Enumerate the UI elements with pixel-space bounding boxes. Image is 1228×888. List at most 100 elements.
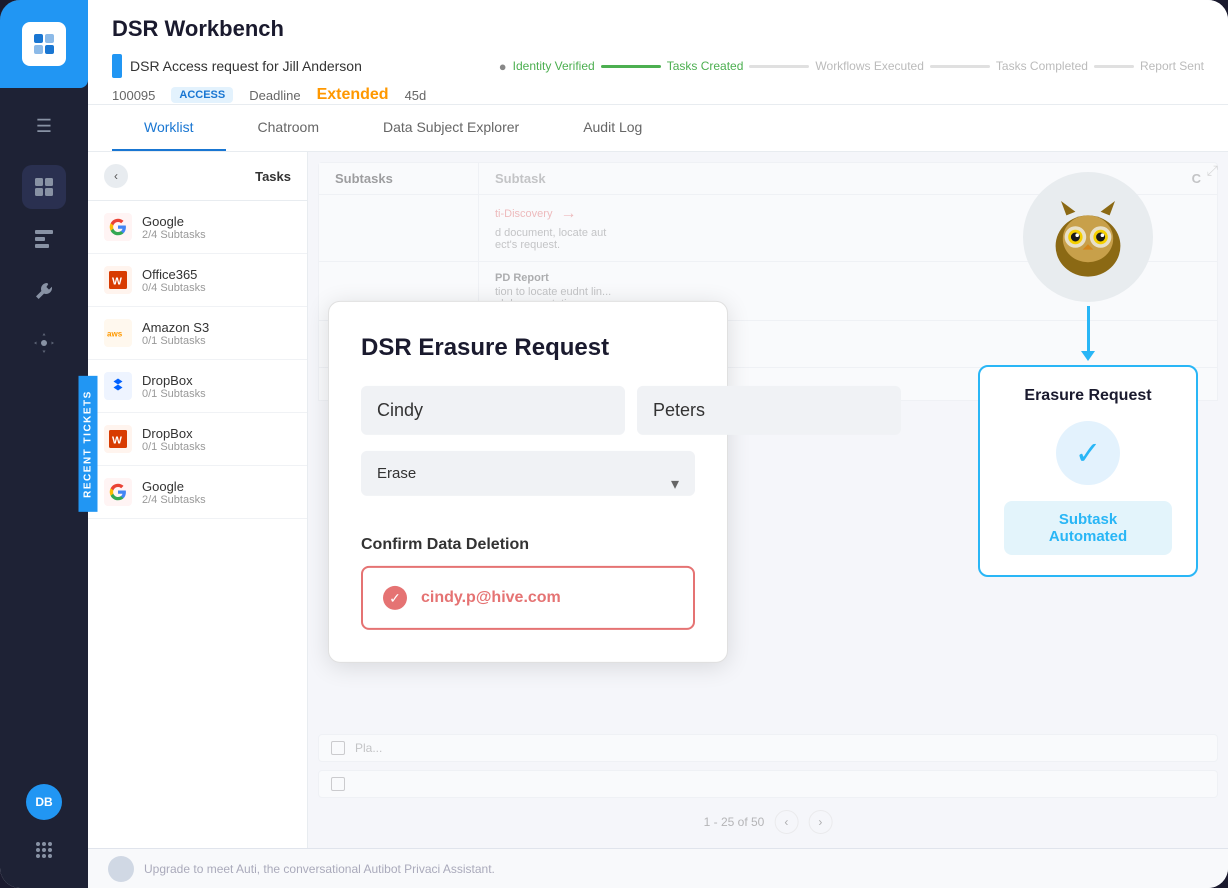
dropbox-logo-2: W bbox=[104, 425, 132, 453]
owl-mascot bbox=[1023, 172, 1153, 302]
content-area: ‹ Tasks Google 2/4 Subtasks W bbox=[88, 152, 1228, 848]
google-logo-2 bbox=[104, 478, 132, 506]
step-completed: Tasks Completed bbox=[996, 59, 1088, 73]
task-sub: 0/1 Subtasks bbox=[142, 388, 291, 400]
tab-audit-log[interactable]: Audit Log bbox=[551, 105, 674, 151]
last-name-input[interactable] bbox=[637, 386, 901, 435]
office365-logo: W bbox=[104, 266, 132, 294]
arrow-right-icon: → bbox=[560, 205, 576, 223]
svg-text:aws: aws bbox=[107, 330, 123, 339]
main-content: DSR Workbench DSR Access request for Jil… bbox=[88, 0, 1228, 888]
task-item-dropbox-1[interactable]: DropBox 0/1 Subtasks bbox=[88, 360, 307, 413]
svg-text:W: W bbox=[112, 276, 122, 288]
task-name: Office365 bbox=[142, 267, 291, 282]
google-logo-1 bbox=[104, 213, 132, 241]
amazon-s3-logo: aws bbox=[104, 319, 132, 347]
owl-svg bbox=[1043, 192, 1133, 282]
row1-text: Pla... bbox=[355, 741, 382, 755]
arrow-connector bbox=[1081, 306, 1095, 361]
task-sub: 0/1 Subtasks bbox=[142, 441, 291, 453]
pagination-text: 1 - 25 of 50 bbox=[704, 815, 765, 829]
task-item-amazon-s3[interactable]: aws Amazon S3 0/1 Subtasks bbox=[88, 307, 307, 360]
tasks-panel: ‹ Tasks Google 2/4 Subtasks W bbox=[88, 152, 308, 848]
row-checkbox-2[interactable] bbox=[331, 777, 345, 791]
email-confirm-box: ✓ cindy.p@hive.com bbox=[361, 566, 695, 630]
sidebar-item-home[interactable] bbox=[22, 165, 66, 209]
sidebar-bottom: DB bbox=[26, 784, 62, 888]
logo-area bbox=[0, 0, 88, 88]
sidebar-item-settings[interactable] bbox=[22, 321, 66, 365]
tab-chatroom[interactable]: Chatroom bbox=[226, 105, 351, 151]
task-sub: 2/4 Subtasks bbox=[142, 229, 291, 241]
subtasks-col-header: Subtasks bbox=[319, 163, 479, 194]
sidebar-item-dashboard[interactable] bbox=[22, 217, 66, 261]
first-name-input[interactable] bbox=[361, 386, 625, 435]
tasks-panel-header: ‹ Tasks bbox=[88, 152, 307, 201]
apps-grid-icon[interactable] bbox=[26, 832, 62, 868]
deadline-status: Extended bbox=[317, 86, 389, 104]
task-item-google-1[interactable]: Google 2/4 Subtasks bbox=[88, 201, 307, 254]
modal-title: DSR Erasure Request bbox=[361, 334, 695, 362]
chat-avatar bbox=[108, 856, 134, 882]
dsr-id: 100095 bbox=[112, 88, 155, 103]
dropbox-logo-1 bbox=[104, 372, 132, 400]
task-name: DropBox bbox=[142, 426, 291, 441]
recent-tickets-tab[interactable]: RECENT TICKETS bbox=[79, 376, 98, 512]
step-tasks: Tasks Created bbox=[667, 59, 744, 73]
bottom-chat-bar: Upgrade to meet Auti, the conversational… bbox=[88, 848, 1228, 888]
menu-toggle-icon[interactable]: ☰ bbox=[28, 108, 60, 145]
page-title: DSR Workbench bbox=[112, 16, 1204, 42]
tasks-header-label: Tasks bbox=[255, 169, 291, 184]
task-name: Amazon S3 bbox=[142, 320, 291, 335]
pagination: 1 - 25 of 50 ‹ › bbox=[704, 810, 833, 834]
task-sub: 0/1 Subtasks bbox=[142, 335, 291, 347]
dsr-request-title: DSR Access request for Jill Anderson bbox=[130, 58, 362, 74]
task-sub: 2/4 Subtasks bbox=[142, 494, 291, 506]
row-checkbox-1[interactable] bbox=[331, 741, 345, 755]
task-info-google-2: Google 2/4 Subtasks bbox=[142, 479, 291, 506]
discovery-label: ti-Discovery bbox=[495, 208, 552, 220]
progress-step-1: ● bbox=[499, 59, 507, 74]
deadline-label: Deadline bbox=[249, 88, 300, 103]
confirm-section-title: Confirm Data Deletion bbox=[361, 536, 695, 554]
subtask-automated-button[interactable]: Subtask Automated bbox=[1004, 501, 1172, 555]
work-area: Subtasks Subtask C ti-Discovery → d docu… bbox=[308, 152, 1228, 848]
task-info-amazon-s3: Amazon S3 0/1 Subtasks bbox=[142, 320, 291, 347]
erasure-card: Erasure Request ✓ Subtask Automated bbox=[978, 365, 1198, 577]
tab-worklist[interactable]: Worklist bbox=[112, 105, 226, 151]
step-report: Report Sent bbox=[1140, 59, 1204, 73]
action-select[interactable]: Erase bbox=[361, 451, 695, 496]
back-button[interactable]: ‹ bbox=[104, 164, 128, 188]
sidebar: ☰ bbox=[0, 0, 88, 888]
expand-icon[interactable]: ⤢ bbox=[1207, 162, 1218, 179]
erasure-card-title: Erasure Request bbox=[1004, 387, 1172, 405]
accent-bar bbox=[112, 54, 122, 78]
step-identity: Identity Verified bbox=[513, 59, 595, 73]
task-info-office365: Office365 0/4 Subtasks bbox=[142, 267, 291, 294]
user-avatar[interactable]: DB bbox=[26, 784, 62, 820]
sidebar-nav bbox=[22, 165, 66, 784]
row1-left bbox=[319, 195, 479, 261]
chat-bar-text: Upgrade to meet Auti, the conversational… bbox=[144, 862, 495, 876]
task-info-dropbox-1: DropBox 0/1 Subtasks bbox=[142, 373, 291, 400]
svg-text:W: W bbox=[112, 435, 122, 447]
tab-data-subject-explorer[interactable]: Data Subject Explorer bbox=[351, 105, 551, 151]
main-header: DSR Workbench DSR Access request for Jil… bbox=[88, 0, 1228, 105]
task-sub: 0/4 Subtasks bbox=[142, 282, 291, 294]
sidebar-item-tools[interactable] bbox=[22, 269, 66, 313]
main-tabs: Worklist Chatroom Data Subject Explorer … bbox=[88, 105, 1228, 152]
table-checkboxes: Pla... bbox=[308, 734, 1228, 798]
access-badge: ACCESS bbox=[171, 87, 233, 103]
step-workflows: Workflows Executed bbox=[815, 59, 924, 73]
pagination-prev[interactable]: ‹ bbox=[774, 810, 798, 834]
pagination-next[interactable]: › bbox=[808, 810, 832, 834]
task-info-dropbox-2: DropBox 0/1 Subtasks bbox=[142, 426, 291, 453]
task-name: Google bbox=[142, 214, 291, 229]
task-item-dropbox-2[interactable]: W DropBox 0/1 Subtasks bbox=[88, 413, 307, 466]
app-logo bbox=[22, 22, 66, 66]
task-item-google-2[interactable]: Google 2/4 Subtasks bbox=[88, 466, 307, 519]
email-text: cindy.p@hive.com bbox=[421, 589, 561, 607]
erasure-request-modal: DSR Erasure Request Erase Confirm Data D… bbox=[328, 301, 728, 663]
email-check-icon: ✓ bbox=[383, 586, 407, 610]
task-item-office365[interactable]: W Office365 0/4 Subtasks bbox=[88, 254, 307, 307]
